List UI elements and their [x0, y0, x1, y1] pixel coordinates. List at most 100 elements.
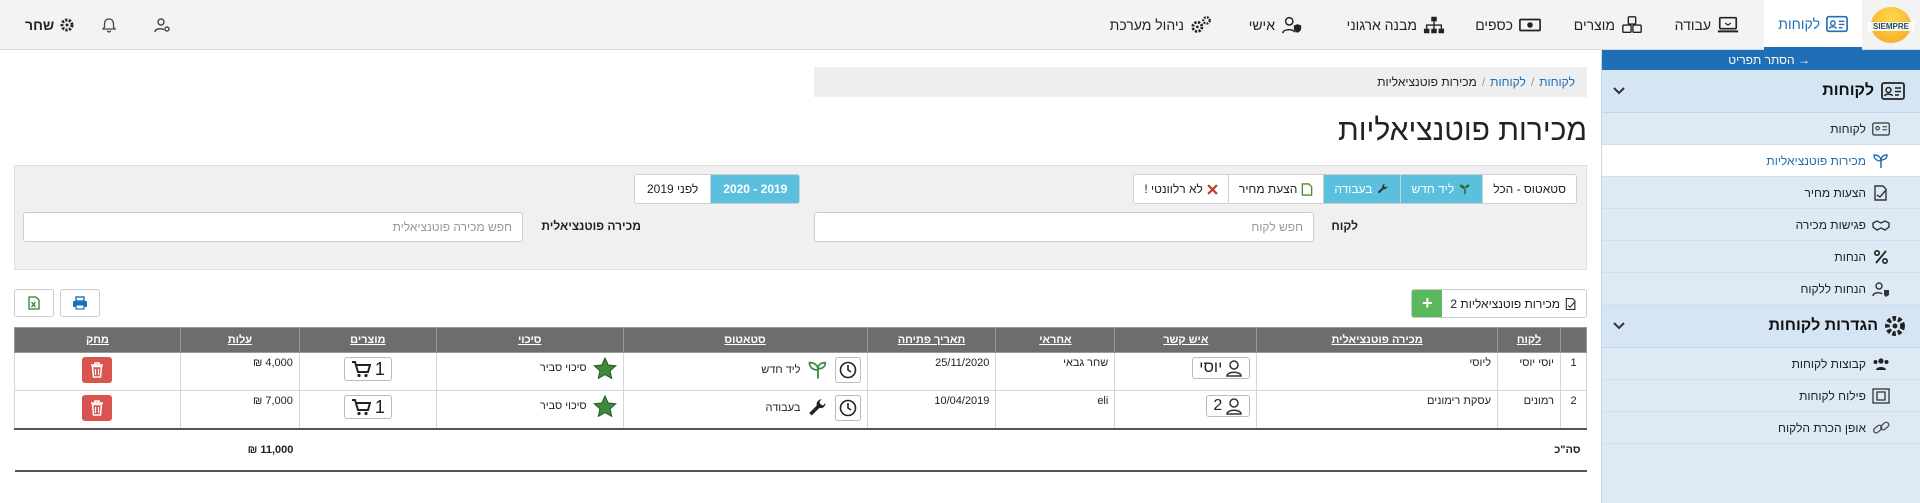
print-button[interactable] [60, 289, 100, 317]
products-button[interactable]: 1 [343, 357, 392, 381]
cell-products: 1 [298, 390, 437, 429]
total-empty [14, 427, 181, 472]
status-history-button[interactable] [834, 395, 861, 421]
cell-opportunity[interactable]: ליוסי [1256, 352, 1499, 391]
nav-products[interactable]: מוצרים [1560, 0, 1657, 50]
laptop-icon [1717, 16, 1739, 33]
sidebar-item-opportunities[interactable]: מכירות פוטנציאליות [1602, 145, 1920, 177]
add-opportunity-button[interactable]: + [1412, 290, 1443, 317]
column-header-status[interactable]: סטאטוס [622, 327, 868, 353]
year-2019-2020-button[interactable]: 2019 - 2020 [710, 175, 800, 203]
breadcrumb-link[interactable]: לקוחות [1490, 75, 1526, 89]
chance-text: סיכוי סביר [539, 400, 587, 412]
contact-name: יוסי [1199, 359, 1223, 376]
siempre-logo[interactable]: SIEMPRE [1862, 0, 1920, 50]
status-all-button[interactable]: סטאטוס - הכל [1482, 175, 1576, 203]
column-header-cost[interactable]: עלות [179, 327, 300, 353]
status-not-relevant-button[interactable]: לא רלוונטי ! [1134, 175, 1228, 203]
chance-text: סיכוי סביר [539, 362, 587, 374]
row-number: 1 [1560, 352, 1587, 391]
table-row[interactable]: 1 יוסי יוסי ליוסי יוסי שחר גבאי 25/11/20… [14, 352, 1587, 391]
year-before-2019-button[interactable]: לפני 2019 [635, 175, 711, 203]
trash-icon [91, 362, 104, 378]
page-title: מכירות פוטנציאליות [1338, 114, 1587, 147]
sidebar-section-customer-settings[interactable]: הגדרות לקוחות [1602, 305, 1920, 348]
nav-label: ניהול מערכת [1109, 17, 1184, 33]
nav-org-structure[interactable]: מבנה ארגוני [1333, 0, 1459, 50]
user-settings-button[interactable] [140, 0, 170, 50]
column-header-customer[interactable]: לקוח [1497, 327, 1562, 353]
sidebar-item-customers[interactable]: לקוחות [1602, 113, 1920, 145]
sidebar-section-customers[interactable]: לקוחות [1602, 70, 1920, 113]
customer-search-input[interactable] [814, 212, 1314, 242]
user-tag-icon [1872, 281, 1889, 297]
column-header-delete[interactable]: מחק [14, 327, 181, 353]
column-header-contact[interactable]: איש קשר [1114, 327, 1258, 353]
wrench-icon [1378, 183, 1388, 194]
export-excel-button[interactable] [14, 289, 54, 317]
cell-chance: סיכוי סביר [435, 390, 624, 429]
status-history-button[interactable] [834, 357, 861, 383]
breadcrumb-link[interactable]: לקוחות [1539, 75, 1575, 89]
contact-button[interactable]: 2 [1206, 395, 1251, 417]
customer-filter-label: לקוח [1331, 219, 1358, 233]
table-header-row: לקוח מכירה פוטנציאלית איש קשר אחראי תארי… [14, 327, 1587, 353]
cell-opportunity[interactable]: עסקת רימונים [1256, 390, 1499, 429]
delete-button[interactable] [82, 395, 113, 421]
cell-customer[interactable]: רמונים [1497, 390, 1562, 429]
status-quote-button[interactable]: הצעת מחיר [1227, 175, 1324, 203]
section-title: לקוחות [1822, 82, 1874, 99]
delete-button[interactable] [82, 357, 113, 383]
nav-work[interactable]: עבודה [1661, 0, 1753, 50]
button-label: לא רלוונטי ! [1144, 182, 1203, 196]
nav-label: אישי [1248, 17, 1275, 33]
products-count: 1 [374, 396, 385, 417]
table-row[interactable]: 2 רמונים עסקת רימונים 2 eli 10/04/2019 ב… [14, 390, 1587, 429]
sidebar-item-label: לקוחות [1830, 121, 1866, 136]
sidebar-item-customer-discounts[interactable]: הנחות ללקוח [1602, 273, 1920, 305]
sidebar-item-label: אופן הכרת הלקוח [1778, 420, 1866, 435]
nav-label: לקוחות [1778, 15, 1820, 32]
cell-status: בעבודה [622, 390, 868, 429]
cell-contact: יוסי [1114, 352, 1258, 391]
star-icon [592, 395, 617, 417]
chevron-down-icon[interactable] [1612, 84, 1626, 98]
sitemap-icon [1423, 16, 1445, 34]
nav-customers[interactable]: לקוחות [1764, 0, 1862, 50]
notifications-button[interactable] [97, 0, 117, 50]
column-header-products[interactable]: מוצרים [298, 327, 437, 353]
export-toolbar [14, 289, 100, 317]
nav-system-admin[interactable]: ניהול מערכת [1096, 0, 1226, 50]
opportunity-search-input[interactable] [23, 212, 523, 242]
wrench-icon [808, 399, 826, 416]
column-header-opportunity[interactable]: מכירה פוטנציאלית [1256, 327, 1499, 353]
sidebar-item-sales-meetings[interactable]: פגישות מכירה [1602, 209, 1920, 241]
nav-personal[interactable]: אישי [1235, 0, 1317, 50]
nav-finance[interactable]: כספים [1461, 0, 1555, 50]
top-navbar: SIEMPRE לקוחות עבודה מוצרים כספים מבנה א… [0, 0, 1920, 50]
contact-button[interactable]: יוסי [1192, 357, 1251, 379]
opportunity-filter-label: מכירה פוטנציאלית [541, 219, 641, 233]
cell-status: ליד חדש [622, 352, 868, 391]
column-header-chance[interactable]: סיכוי [435, 327, 624, 353]
sidebar-item-customer-segmentation[interactable]: פילוח לקוחות [1602, 380, 1920, 412]
count-label-wrap: מכירות פוטנציאליות 2 [1442, 290, 1586, 317]
sidebar-item-discounts[interactable]: הנחות [1602, 241, 1920, 273]
sidebar-item-referral-source[interactable]: אופן הכרת הלקוח [1602, 412, 1920, 444]
cell-customer[interactable]: יוסי יוסי [1497, 352, 1562, 391]
column-header-owner[interactable]: אחראי [995, 327, 1116, 353]
sidebar-item-quotes[interactable]: הצעות מחיר [1602, 177, 1920, 209]
hide-menu-button[interactable]: → הסתר תפריט [1602, 50, 1920, 70]
breadcrumb-current: מכירות פוטנציאליות [1377, 75, 1477, 89]
products-button[interactable]: 1 [343, 395, 392, 419]
status-new-lead-button[interactable]: ליד חדש [1400, 175, 1483, 203]
chevron-down-icon[interactable] [1612, 319, 1626, 333]
file-signature-icon [1565, 297, 1576, 310]
user-menu[interactable]: שחר [25, 0, 75, 50]
cell-delete [14, 352, 181, 391]
column-header-open-date[interactable]: תאריך פתיחה [866, 327, 997, 353]
status-in-progress-button[interactable]: בעבודה [1323, 175, 1401, 203]
sidebar-item-customer-groups[interactable]: קבוצות לקוחות [1602, 348, 1920, 380]
cart-icon [351, 361, 371, 378]
seedling-icon [1873, 153, 1888, 168]
